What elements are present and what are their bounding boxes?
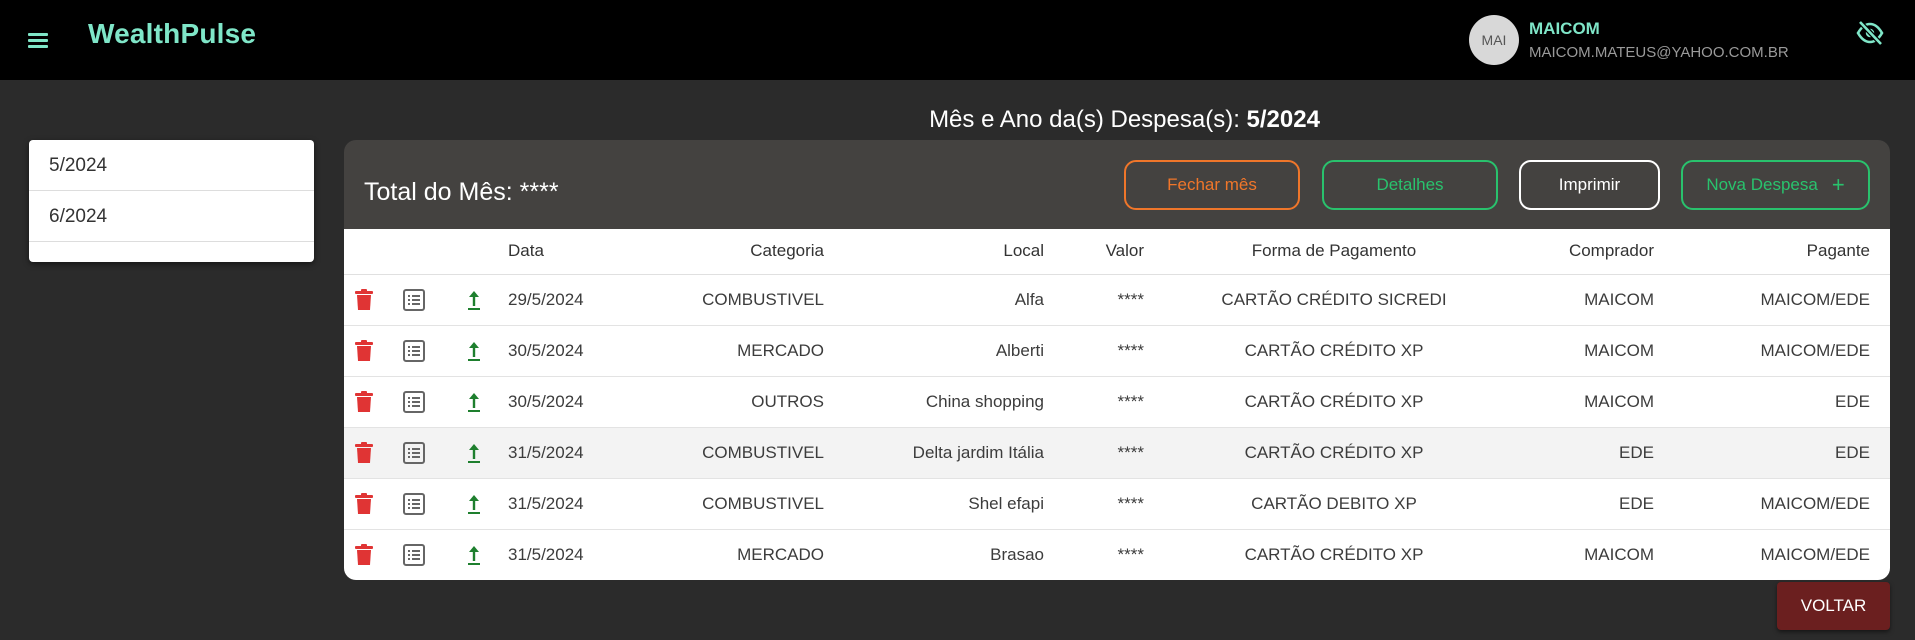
cell-pagante: EDE bbox=[1654, 427, 1890, 479]
cell-pagante: MAICOM/EDE bbox=[1654, 274, 1890, 326]
table-row[interactable]: 31/5/2024 MERCADO Brasao **** CARTÃO CRÉ… bbox=[344, 529, 1890, 580]
upload-arrow-icon[interactable] bbox=[444, 427, 504, 479]
month-total: Total do Mês: **** bbox=[364, 178, 559, 206]
table-row[interactable]: 29/5/2024 COMBUSTIVEL Alfa **** CARTÃO C… bbox=[344, 274, 1890, 326]
details-list-icon[interactable] bbox=[384, 478, 444, 530]
top-app-bar: WealthPulse MAI MAICOM MAICOM.MATEUS@YAH… bbox=[0, 0, 1915, 80]
cell-comprador: MAICOM bbox=[1524, 325, 1654, 377]
upload-arrow-icon[interactable] bbox=[444, 478, 504, 530]
delete-icon[interactable] bbox=[344, 325, 384, 377]
cell-categoria: MERCADO bbox=[737, 544, 824, 564]
month-item[interactable]: 5/2024 bbox=[29, 140, 314, 191]
user-email: MAICOM.MATEUS@YAHOO.COM.BR bbox=[1529, 44, 1789, 61]
cell-categoria: COMBUSTIVEL bbox=[614, 427, 824, 479]
expenses-panel: Total do Mês: **** Fechar mês Detalhes I… bbox=[344, 140, 1890, 580]
cell-valor: **** bbox=[1044, 325, 1144, 377]
cell-forma-pagamento: CARTÃO CRÉDITO XP bbox=[1144, 427, 1524, 479]
col-header-pagante[interactable]: Pagante bbox=[1654, 229, 1890, 275]
col-header-categoria[interactable]: Categoria bbox=[614, 229, 824, 275]
cell-local: Alberti bbox=[824, 325, 1044, 377]
cell-data: 30/5/2024 bbox=[504, 325, 614, 377]
avatar[interactable]: MAI bbox=[1469, 15, 1519, 65]
hamburger-menu-icon[interactable] bbox=[26, 28, 50, 52]
cell-valor: **** bbox=[1117, 544, 1144, 564]
cell-categoria: COMBUSTIVEL bbox=[614, 478, 824, 530]
cell-valor: **** bbox=[1044, 427, 1144, 479]
cell-comprador: MAICOM bbox=[1584, 544, 1654, 564]
cell-local: Alfa bbox=[824, 274, 1044, 326]
cell-pagante: MAICOM/EDE bbox=[1654, 478, 1890, 530]
user-name: MAICOM bbox=[1529, 19, 1600, 38]
details-list-icon[interactable] bbox=[384, 529, 444, 580]
cell-local: Delta jardim Itália bbox=[824, 427, 1044, 479]
details-button[interactable]: Detalhes bbox=[1322, 160, 1498, 210]
details-list-icon[interactable] bbox=[384, 274, 444, 326]
cell-pagante: MAICOM/EDE bbox=[1760, 544, 1870, 564]
close-month-button[interactable]: Fechar mês bbox=[1124, 160, 1300, 210]
month-item[interactable]: 6/2024 bbox=[29, 191, 314, 242]
cell-comprador: EDE bbox=[1524, 478, 1654, 530]
plus-icon: + bbox=[1831, 172, 1845, 197]
cell-data: 31/5/2024 bbox=[508, 544, 584, 564]
month-selector-list: 5/2024 6/2024 bbox=[29, 140, 314, 262]
table-header-row: Data Categoria Local Valor Forma de Paga… bbox=[344, 229, 1890, 275]
cell-pagante: MAICOM/EDE bbox=[1654, 325, 1890, 377]
upload-arrow-icon[interactable] bbox=[444, 274, 504, 326]
table-row[interactable]: 30/5/2024 OUTROS China shopping **** CAR… bbox=[344, 376, 1890, 428]
cell-data: 31/5/2024 bbox=[504, 478, 614, 530]
delete-icon[interactable] bbox=[344, 376, 384, 428]
cell-local: Brasao bbox=[990, 544, 1044, 564]
cell-forma-pagamento: CARTÃO CRÉDITO SICREDI bbox=[1144, 274, 1524, 326]
cell-data: 29/5/2024 bbox=[504, 274, 614, 326]
delete-icon[interactable] bbox=[344, 478, 384, 530]
cell-comprador: MAICOM bbox=[1524, 376, 1654, 428]
upload-arrow-icon[interactable] bbox=[444, 325, 504, 377]
cell-valor: **** bbox=[1044, 478, 1144, 530]
table-row[interactable]: 31/5/2024 COMBUSTIVEL Shel efapi **** CA… bbox=[344, 478, 1890, 530]
cell-comprador: MAICOM bbox=[1524, 274, 1654, 326]
page-heading: Mês e Ano da(s) Despesa(s): 5/2024 bbox=[0, 106, 1915, 134]
col-header-valor[interactable]: Valor bbox=[1044, 229, 1144, 275]
heading-month-value: 5/2024 bbox=[1246, 106, 1320, 133]
table-row[interactable]: 31/5/2024 COMBUSTIVEL Delta jardim Itáli… bbox=[344, 427, 1890, 479]
col-header-comprador[interactable]: Comprador bbox=[1524, 229, 1654, 275]
upload-arrow-icon[interactable] bbox=[444, 376, 504, 428]
details-list-icon[interactable] bbox=[384, 325, 444, 377]
heading-label: Mês e Ano da(s) Despesa(s): bbox=[929, 106, 1240, 133]
col-header-data[interactable]: Data bbox=[504, 229, 614, 275]
app-brand[interactable]: WealthPulse bbox=[88, 18, 256, 50]
new-expense-button[interactable]: Nova Despesa + bbox=[1681, 160, 1870, 210]
cell-data: 31/5/2024 bbox=[504, 427, 614, 479]
cell-categoria: COMBUSTIVEL bbox=[614, 274, 824, 326]
expenses-table: Data Categoria Local Valor Forma de Paga… bbox=[344, 229, 1890, 580]
details-list-icon[interactable] bbox=[384, 427, 444, 479]
back-button[interactable]: VOLTAR bbox=[1777, 582, 1890, 630]
table-row[interactable]: 30/5/2024 MERCADO Alberti **** CARTÃO CR… bbox=[344, 325, 1890, 377]
cell-data: 30/5/2024 bbox=[504, 376, 614, 428]
cell-categoria: OUTROS bbox=[614, 376, 824, 428]
cell-forma-pagamento: CARTÃO CRÉDITO XP bbox=[1244, 544, 1424, 564]
cell-valor: **** bbox=[1044, 274, 1144, 326]
expenses-table-container: Data Categoria Local Valor Forma de Paga… bbox=[344, 229, 1890, 580]
delete-icon[interactable] bbox=[344, 274, 384, 326]
col-header-forma-pagamento[interactable]: Forma de Pagamento bbox=[1144, 229, 1524, 275]
cell-pagante: EDE bbox=[1654, 376, 1890, 428]
cell-forma-pagamento: CARTÃO CRÉDITO XP bbox=[1144, 325, 1524, 377]
hide-values-eye-off-icon[interactable] bbox=[1855, 20, 1885, 46]
delete-icon[interactable] bbox=[344, 529, 384, 580]
cell-forma-pagamento: CARTÃO CRÉDITO XP bbox=[1144, 376, 1524, 428]
new-expense-label: Nova Despesa bbox=[1706, 175, 1818, 194]
cell-local: China shopping bbox=[824, 376, 1044, 428]
print-button[interactable]: Imprimir bbox=[1519, 160, 1660, 210]
delete-icon[interactable] bbox=[344, 427, 384, 479]
upload-arrow-icon[interactable] bbox=[444, 529, 504, 580]
cell-valor: **** bbox=[1044, 376, 1144, 428]
cell-forma-pagamento: CARTÃO DEBITO XP bbox=[1144, 478, 1524, 530]
cell-local: Shel efapi bbox=[824, 478, 1044, 530]
details-list-icon[interactable] bbox=[384, 376, 444, 428]
cell-categoria: MERCADO bbox=[614, 325, 824, 377]
cell-comprador: EDE bbox=[1524, 427, 1654, 479]
col-header-local[interactable]: Local bbox=[824, 229, 1044, 275]
